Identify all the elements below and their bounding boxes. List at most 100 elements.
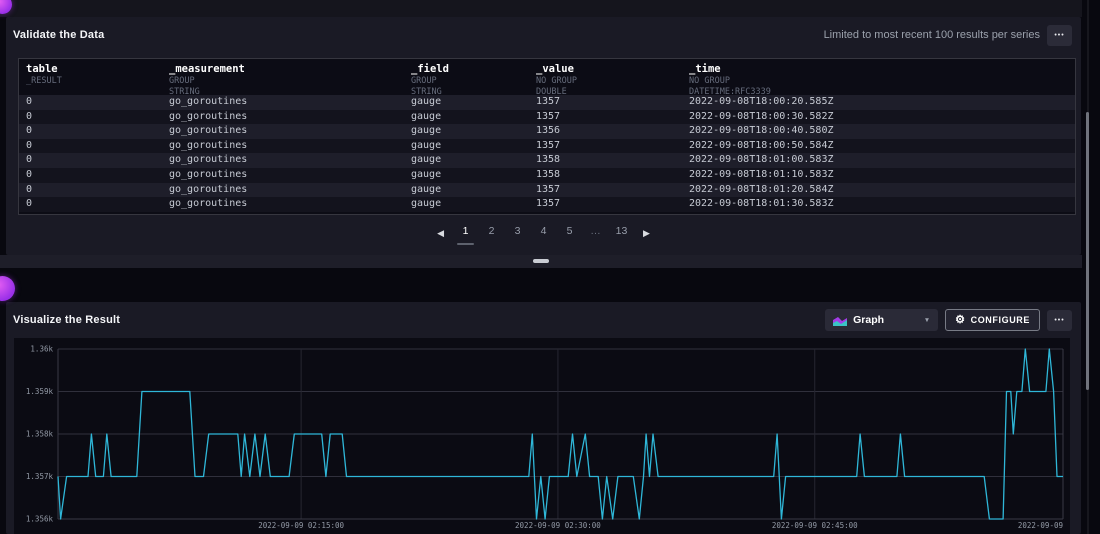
table-cell: go_goroutines	[169, 125, 247, 136]
table-cell: gauge	[411, 184, 441, 195]
validate-options-button[interactable]: •••	[1047, 25, 1072, 46]
table-cell: go_goroutines	[169, 96, 247, 107]
table-cell: 2022-09-08T18:01:10.583Z	[689, 169, 834, 180]
table-cell: gauge	[411, 169, 441, 180]
table-cell: 1357	[536, 198, 560, 209]
kebab-menu-icon: •••	[1054, 317, 1064, 324]
scrollbar-thumb[interactable]	[1086, 112, 1089, 390]
table-row: 0 go_goroutines gauge 1357 2022-09-08T18:00:…	[19, 95, 1075, 110]
table-cell: gauge	[411, 154, 441, 165]
y-axis-tick-label: 1.356k	[26, 515, 54, 524]
page-number-2[interactable]: 2	[483, 224, 500, 245]
table-row: 0 go_goroutines gauge 1358 2022-09-08T18:01:…	[19, 168, 1075, 183]
table-cell: 0	[26, 140, 32, 151]
top-strip	[0, 0, 1100, 17]
table-cell: 1358	[536, 154, 560, 165]
chart-svg: 1.36k 1.359k 1.358k 1.357k 1.356k 2022-09-09 …	[14, 338, 1070, 534]
right-gutter	[1082, 0, 1100, 534]
chevron-down-icon: ▼	[924, 317, 930, 324]
chart-gridlines: 1.36k 1.359k 1.358k 1.357k 1.356k 2022-09-09 …	[26, 345, 1063, 530]
configure-label: CONFIGURE	[971, 315, 1030, 325]
column-header-field: _fieldGROUPSTRING	[411, 64, 449, 98]
table-cell: 0	[26, 184, 32, 195]
table-cell: 0	[26, 125, 32, 136]
notification-bubble-middle[interactable]	[0, 276, 15, 301]
table-cell: 2022-09-08T18:00:50.584Z	[689, 140, 834, 151]
table-row: 0 go_goroutines gauge 1356 2022-09-08T18:00:…	[19, 124, 1075, 139]
validate-data-panel: Validate the Data Limited to most recent…	[6, 17, 1081, 255]
validate-panel-header: Validate the Data Limited to most recent…	[6, 17, 1081, 53]
table-cell: 2022-09-08T18:00:40.580Z	[689, 125, 834, 136]
table-body: 0go_goroutinesgauge13572022-09-08T18:00:…	[19, 95, 1075, 212]
viz-type-label: Graph	[853, 314, 884, 326]
gear-icon: ⚙	[955, 315, 965, 326]
kebab-menu-icon: •••	[1054, 32, 1064, 39]
table-cell: gauge	[411, 125, 441, 136]
page-number-4[interactable]: 4	[535, 224, 552, 245]
x-axis-tick-label: 2022-09-09 02:30:00	[515, 521, 601, 530]
configure-button[interactable]: ⚙ CONFIGURE	[945, 309, 1040, 331]
column-header-table: table_RESULT	[26, 64, 62, 87]
table-cell: 1356	[536, 125, 560, 136]
visualize-result-panel: Visualize the Result Graph ▼ ⚙ CONFIGURE	[6, 302, 1081, 534]
visualize-panel-header: Visualize the Result Graph ▼ ⚙ CONFIGURE	[6, 302, 1081, 338]
table-cell: 0	[26, 96, 32, 107]
table-cell: 0	[26, 198, 32, 209]
table-cell: 1357	[536, 111, 560, 122]
table-cell: 1357	[536, 96, 560, 107]
table-cell: gauge	[411, 198, 441, 209]
next-page-button[interactable]: ▶	[639, 224, 654, 242]
table-cell: go_goroutines	[169, 184, 247, 195]
line-chart[interactable]: 1.36k 1.359k 1.358k 1.357k 1.356k 2022-09-09 …	[14, 338, 1070, 534]
page-number-1[interactable]: 1	[457, 224, 474, 245]
x-axis-tick-label: 2022-09-09	[1018, 521, 1063, 530]
table-cell: go_goroutines	[169, 154, 247, 165]
pagination-ellipsis: …	[587, 224, 604, 245]
table-cell: 0	[26, 111, 32, 122]
table-row: 0 go_goroutines gauge 1357 2022-09-08T18:00:…	[19, 110, 1075, 125]
validate-panel-title: Validate the Data	[13, 29, 104, 41]
y-axis-tick-label: 1.36k	[30, 345, 53, 354]
table-cell: 0	[26, 154, 32, 165]
table-cell: go_goroutines	[169, 111, 247, 122]
visualize-options-button[interactable]: •••	[1047, 310, 1072, 331]
raw-data-table: table_RESULT _measurementGROUPSTRING _fiel…	[18, 58, 1076, 215]
graph-type-icon	[833, 315, 847, 326]
results-limit-note: Limited to most recent 100 results per s…	[824, 29, 1040, 41]
table-cell: 1358	[536, 169, 560, 180]
table-cell: 2022-09-08T18:00:30.582Z	[689, 111, 834, 122]
table-cell: go_goroutines	[169, 198, 247, 209]
table-cell: go_goroutines	[169, 169, 247, 180]
table-cell: gauge	[411, 140, 441, 151]
page-number-3[interactable]: 3	[509, 224, 526, 245]
table-row: 0 go_goroutines gauge 1357 2022-09-08T18:00:…	[19, 139, 1075, 154]
column-header-value: _valueNO GROUPDOUBLE	[536, 64, 577, 98]
table-cell: 0	[26, 169, 32, 180]
table-header-row: table_RESULT_measurementGROUPSTRING_fiel…	[19, 59, 1075, 93]
page-number-13[interactable]: 13	[613, 224, 630, 245]
page-number-5[interactable]: 5	[561, 224, 578, 245]
table-cell: 2022-09-08T18:01:30.583Z	[689, 198, 834, 209]
table-cell: 2022-09-08T18:01:20.584Z	[689, 184, 834, 195]
visualization-type-dropdown[interactable]: Graph ▼	[825, 309, 938, 331]
resize-handle[interactable]	[533, 259, 549, 263]
x-axis-tick-label: 2022-09-09 02:45:00	[772, 521, 858, 530]
x-axis-tick-label: 2022-09-09 02:15:00	[258, 521, 344, 530]
table-cell: 1357	[536, 184, 560, 195]
table-cell: go_goroutines	[169, 140, 247, 151]
pagination: ◀ 12345 … 13 ▶	[6, 224, 1081, 245]
table-cell: gauge	[411, 96, 441, 107]
y-axis-tick-label: 1.359k	[26, 387, 54, 396]
table-cell: 2022-09-08T18:00:20.585Z	[689, 96, 834, 107]
column-header-time: _timeNO GROUPDATETIME:RFC3339	[689, 64, 771, 98]
panel-resize-divider[interactable]	[0, 255, 1082, 268]
table-cell: 1357	[536, 140, 560, 151]
table-row: 0 go_goroutines gauge 1358 2022-09-08T18:01:…	[19, 153, 1075, 168]
table-row: 0 go_goroutines gauge 1357 2022-09-08T18:01:…	[19, 197, 1075, 212]
column-header-measurement: _measurementGROUPSTRING	[169, 64, 245, 98]
table-cell: gauge	[411, 111, 441, 122]
y-axis-tick-label: 1.358k	[26, 430, 54, 439]
table-cell: 2022-09-08T18:01:00.583Z	[689, 154, 834, 165]
y-axis-tick-label: 1.357k	[26, 472, 54, 481]
previous-page-button[interactable]: ◀	[433, 224, 448, 242]
